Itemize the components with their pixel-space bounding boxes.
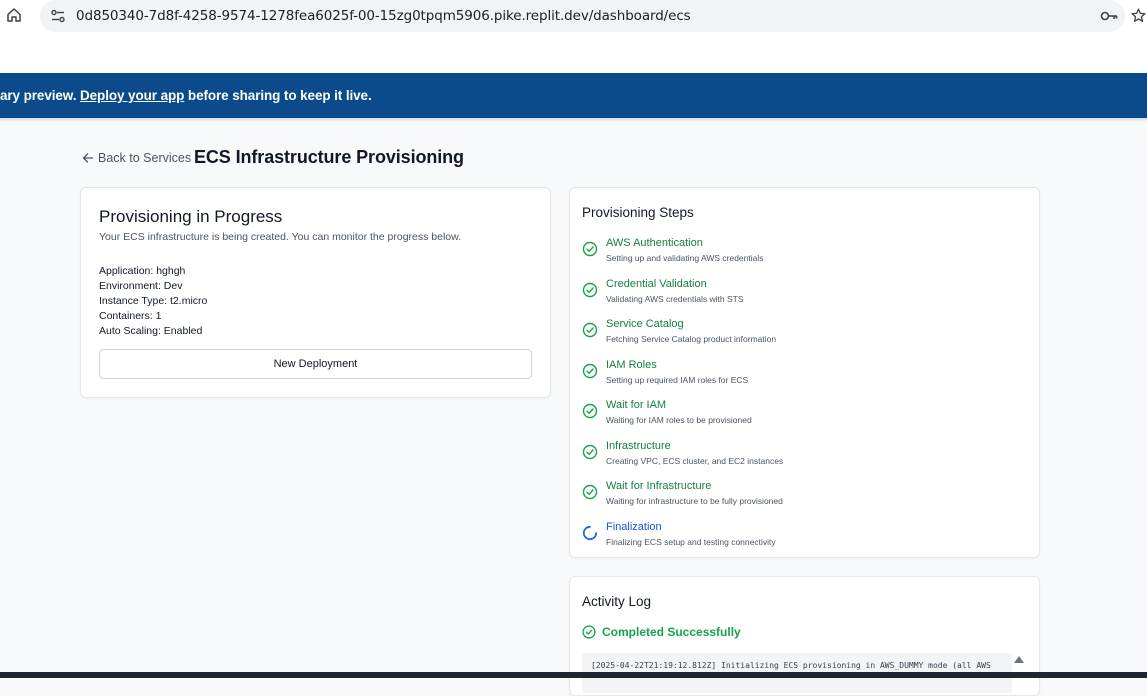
step-description: Validating AWS credentials with STS bbox=[606, 293, 744, 304]
detail-containers: Containers: 1 bbox=[99, 310, 162, 322]
check-circle-icon bbox=[582, 403, 598, 419]
log-line: [2025-04-22T21:19:12.812Z] Initializing … bbox=[591, 661, 991, 670]
step-description: Creating VPC, ECS cluster, and EC2 insta… bbox=[606, 455, 784, 466]
deploy-app-link[interactable]: Deploy your app bbox=[80, 88, 184, 103]
url-text[interactable]: 0d850340-7d8f-4258-9574-1278fea6025f-00-… bbox=[76, 8, 691, 24]
detail-application: Application: hghgh bbox=[99, 265, 186, 277]
bookmark-star-icon[interactable] bbox=[1130, 7, 1147, 24]
provisioning-status-card: Provisioning in Progress Your ECS infras… bbox=[80, 187, 551, 398]
home-icon[interactable] bbox=[6, 7, 22, 23]
completion-status-label: Completed Successfully bbox=[602, 625, 741, 639]
step-description: Waiting for IAM roles to be provisioned bbox=[606, 415, 752, 425]
scroll-up-arrow-icon[interactable] bbox=[1014, 655, 1024, 663]
status-subtitle: Your ECS infrastructure is being created… bbox=[99, 231, 462, 243]
step-description: Setting up and validating AWS credential… bbox=[606, 253, 764, 263]
new-deployment-button[interactable]: New Deployment bbox=[99, 349, 532, 379]
step-name: Infrastructure bbox=[606, 439, 671, 452]
step-description: Fetching Service Catalog product informa… bbox=[606, 334, 777, 344]
steps-title: Provisioning Steps bbox=[582, 205, 694, 220]
password-key-icon[interactable] bbox=[1100, 8, 1118, 24]
detail-auto-scaling: Auto Scaling: Enabled bbox=[99, 325, 203, 337]
step-name: Finalization bbox=[606, 520, 662, 533]
site-info-icon[interactable] bbox=[50, 8, 66, 24]
banner-prefix: ary preview. bbox=[0, 88, 80, 103]
step-description: Setting up required IAM roles for ECS bbox=[606, 374, 749, 385]
activity-log-title: Activity Log bbox=[582, 594, 652, 609]
step-name: IAM Roles bbox=[606, 358, 657, 371]
step-name: AWS Authentication bbox=[606, 237, 703, 249]
browser-toolbar: 0d850340-7d8f-4258-9574-1278fea6025f-00-… bbox=[0, 0, 1147, 32]
check-circle-icon bbox=[582, 363, 598, 378]
banner-shadow bbox=[0, 118, 1147, 122]
check-circle-icon bbox=[582, 444, 598, 459]
page-title: ECS Infrastructure Provisioning bbox=[194, 147, 464, 167]
detail-environment: Environment: Dev bbox=[99, 280, 183, 292]
taskbar bbox=[0, 672, 1147, 678]
check-circle-icon bbox=[582, 282, 598, 297]
arrow-left-icon bbox=[82, 153, 94, 163]
deployment-details: Application: hghgh Environment: Dev Inst… bbox=[99, 264, 207, 339]
check-circle-icon bbox=[582, 241, 598, 257]
check-circle-icon bbox=[582, 322, 598, 338]
loading-spinner-icon bbox=[582, 525, 598, 540]
banner-suffix: before sharing to keep it live. bbox=[184, 88, 372, 103]
preview-banner: ary preview. Deploy your app before shar… bbox=[0, 73, 1147, 118]
provisioning-steps-card: Provisioning Steps AWS Authentication Set… bbox=[569, 187, 1040, 558]
back-label[interactable]: Back to Services bbox=[98, 151, 191, 165]
check-circle-icon bbox=[582, 484, 598, 500]
check-circle-icon bbox=[582, 625, 596, 639]
banner-text: ary preview. Deploy your app before shar… bbox=[0, 88, 372, 103]
step-description: Finalizing ECS setup and testing connect… bbox=[606, 536, 776, 547]
browser-gap bbox=[0, 32, 1147, 73]
completion-status: Completed Successfully bbox=[582, 625, 741, 639]
status-title: Provisioning in Progress bbox=[99, 207, 283, 226]
step-name: Credential Validation bbox=[606, 277, 707, 290]
detail-instance-type: Instance Type: t2.micro bbox=[99, 295, 208, 307]
step-name: Wait for IAM bbox=[606, 399, 667, 411]
step-name: Wait for Infrastructure bbox=[606, 480, 712, 492]
activity-log-card: Activity Log Completed Successfully [202… bbox=[569, 576, 1040, 696]
back-to-services-link[interactable]: Back to Services bbox=[82, 151, 191, 165]
step-name: Service Catalog bbox=[606, 318, 684, 330]
step-description: Waiting for infrastructure to be fully p… bbox=[606, 496, 783, 506]
